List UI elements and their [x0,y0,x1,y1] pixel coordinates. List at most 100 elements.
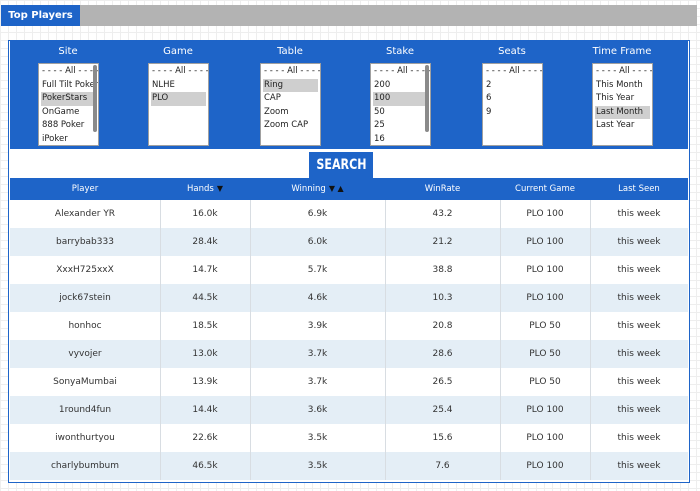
filter-site-option[interactable]: iPoker [41,133,96,146]
filter-site-listbox[interactable]: - - - - All - - - - Full Tilt Poker PokerS… [38,63,99,146]
cell-current_game: PLO 100 [526,293,564,303]
search-button-label: SEARCH [315,157,367,173]
filter-seats-option[interactable]: 9 [485,106,540,120]
filter-site-option[interactable]: OnGame [41,106,96,120]
filter-stake-listbox[interactable]: - - - - All - - - -200 100 50 25 16 [370,63,431,146]
filter-game-option[interactable]: PLO [151,92,206,106]
filter-site-option[interactable]: Full Tilt Poker [41,79,98,93]
cell-winning: 6.9k [307,209,328,219]
cell-current_game: PLO 100 [526,265,564,275]
filter-site-option[interactable]: - - - - All - - - - [41,65,98,79]
filter-table-option[interactable]: Zoom CAP [263,119,318,133]
column-header-hands[interactable]: Hands ▼ [160,178,250,200]
cell-player[interactable]: iwonthurtyou [10,424,160,452]
filter-table-option[interactable]: - - - - All - - - - [263,65,320,79]
filter-stake-option[interactable]: 16 [373,133,428,146]
column-header-hands-label: Hands [187,184,214,194]
cell-winning: 4.6k [307,293,328,303]
column-header-player[interactable]: Player [10,178,160,200]
filter-site-option[interactable]: 888 Poker [41,119,96,133]
cell-last_seen: this week [617,237,661,247]
filter-table-listbox[interactable]: - - - - All - - - - Ring CAP Zoom Zoom CAP [260,63,321,146]
filter-timeframe-option[interactable]: - - - - All - - - - [595,65,652,79]
cell-last_seen: this week [617,433,661,443]
search-button[interactable]: SEARCH [309,152,373,179]
filter-game-listbox[interactable]: - - - - All - - - - NLHE PLO [148,63,209,146]
filter-timeframe-listbox[interactable]: - - - - All - - - - This Month This Year La… [592,63,653,146]
filter-timeframe-option[interactable]: Last Year [595,119,650,133]
cell-player[interactable]: charlybumbum [10,452,160,480]
header-bar [1,5,697,26]
filter-timeframe-option[interactable]: This Month [595,79,650,93]
cell-current_game: PLO 50 [529,321,561,331]
cell-hands: 14.4k [192,405,218,415]
cell-player[interactable]: Alexander YR [10,200,160,228]
filter-seats-option[interactable]: 2 [485,79,540,93]
table-row[interactable]: honhoc 18.5k 3.9k 20.8 PLO 50 this week [10,312,688,340]
cell-hands: 46.5k [192,461,218,471]
table-row[interactable]: 1round4fun 14.4k 3.6k 25.4 PLO 100 this week [10,396,688,424]
cell-hands: 18.5k [192,321,218,331]
table-row[interactable]: barrybab333 28.4k 6.0k 21.2 PLO 100 this week [10,228,688,256]
cell-winning: 5.7k [307,265,328,275]
cell-player[interactable]: honhoc [10,312,160,340]
cell-player[interactable]: vyvojer [10,340,160,368]
filter-stake-option[interactable]: - - - - All - - - - [373,65,430,79]
filter-stake-option[interactable]: 25 [373,119,428,133]
cell-last_seen: this week [617,209,661,219]
column-header-last_seen-label: Last Seen [618,184,660,194]
filter-table-option[interactable]: Ring [263,78,318,92]
filter-timeframe-label: Time Frame [592,46,652,57]
filter-site-option[interactable]: PokerStars [41,92,96,106]
cell-player[interactable]: XxxH725xxX [10,256,160,284]
filter-seats-option[interactable]: - - - - All - - - - [485,65,542,79]
cell-winning: 3.9k [307,321,328,331]
filter-game-option[interactable]: - - - - All - - - - [151,65,208,79]
filter-site-scrollbar[interactable] [93,65,97,132]
column-header-winning-label: Winning [291,184,326,194]
cell-current_game: PLO 50 [529,349,561,359]
filter-timeframe-option[interactable]: Last Month [595,105,650,119]
cell-hands: 22.6k [192,433,218,443]
cell-winrate: 21.2 [432,237,453,247]
cell-current_game: PLO 100 [526,209,564,219]
column-header-winning[interactable]: Winning ▼ ▲ [250,178,385,200]
cell-player[interactable]: barrybab333 [10,228,160,256]
table-row[interactable]: jock67stein 44.5k 4.6k 10.3 PLO 100 this week [10,284,688,312]
table-row[interactable]: XxxH725xxX 14.7k 5.7k 38.8 PLO 100 this week [10,256,688,284]
filter-stake-scrollbar[interactable] [425,65,429,132]
cell-player[interactable]: jock67stein [10,284,160,312]
table-row[interactable]: charlybumbum 46.5k 3.5k 7.6 PLO 100 this week [10,452,688,480]
column-header-winrate[interactable]: WinRate [385,178,500,200]
column-header-last_seen[interactable]: Last Seen [590,178,688,200]
cell-winning: 3.5k [307,461,328,471]
cell-current_game: PLO 100 [526,405,564,415]
cell-player[interactable]: SonyaMumbai [10,368,160,396]
filter-timeframe-option[interactable]: This Year [595,92,650,106]
table-row[interactable]: vyvojer 13.0k 3.7k 28.6 PLO 50 this week [10,340,688,368]
column-header-winrate-label: WinRate [424,184,461,194]
filter-seats-option[interactable]: 6 [485,92,540,106]
filter-seats-label: Seats [498,46,526,57]
column-header-current_game-label: Current Game [515,184,575,194]
table-row[interactable]: iwonthurtyou 22.6k 3.5k 15.6 PLO 100 this wee… [10,424,688,452]
tab-top-players[interactable]: Top Players [1,5,80,26]
cell-hands: 44.5k [192,293,218,303]
table-row[interactable]: Alexander YR 16.0k 6.9k 43.2 PLO 100 this wee… [10,200,688,228]
filter-seats-listbox[interactable]: - - - - All - - - -269 [482,63,543,146]
filter-stake-option[interactable]: 200 [373,79,428,93]
filter-table-option[interactable]: CAP [263,92,318,106]
filter-stake-option[interactable]: 50 [373,106,428,120]
filter-game-option[interactable]: NLHE [151,79,206,93]
column-header-current_game[interactable]: Current Game [500,178,590,200]
table-row[interactable]: SonyaMumbai 13.9k 3.7k 26.5 PLO 50 this week [10,368,688,396]
cell-winrate: 28.6 [432,349,453,359]
filter-table-option[interactable]: Zoom [263,106,318,120]
cell-player[interactable]: 1round4fun [10,396,160,424]
filter-stake-option[interactable]: 100 [373,92,428,106]
cell-last_seen: this week [617,321,661,331]
sort-arrow-icon[interactable]: ▼ ▲ [329,184,344,193]
cell-last_seen: this week [617,405,661,415]
sort-arrow-icon[interactable]: ▼ [217,184,223,193]
cell-winrate: 25.4 [432,405,453,415]
